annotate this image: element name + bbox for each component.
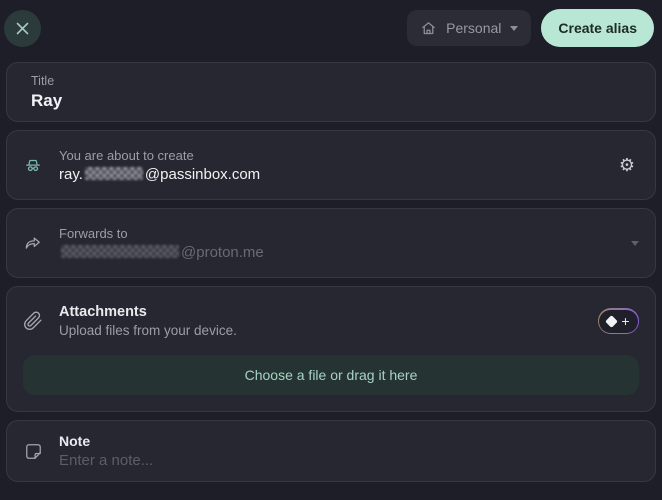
topbar: Personal Create alias [0, 0, 662, 56]
note-field: Note Enter a note... [59, 433, 153, 469]
chevron-down-icon [510, 26, 518, 31]
forwards-suffix: @proton.me [181, 244, 264, 261]
diamond-icon [605, 315, 618, 328]
redacted-alias-text [85, 167, 143, 180]
attachments-card: Attachments Upload files from your devic… [6, 286, 656, 412]
forwards-field: Forwards to @proton.me [59, 226, 264, 261]
gear-icon: ⚙︎ [619, 155, 635, 175]
topbar-actions: Personal Create alias [407, 9, 654, 47]
vault-label: Personal [446, 20, 501, 36]
paperclip-icon [23, 311, 43, 331]
note-input-placeholder: Enter a note... [59, 452, 153, 469]
title-input[interactable]: Ray [31, 91, 631, 111]
redacted-forward-text [61, 245, 179, 258]
home-icon [420, 20, 437, 37]
note-label: Note [59, 433, 153, 449]
note-icon [23, 442, 43, 461]
forwards-value: @proton.me [59, 244, 264, 261]
attachments-subtitle: Upload files from your device. [59, 323, 237, 338]
alias-form: Title Ray You are about to create ray. @p… [0, 56, 662, 482]
incognito-icon [23, 155, 43, 176]
forward-arrow-icon [23, 233, 43, 254]
attachments-text: Attachments Upload files from your devic… [59, 304, 237, 338]
title-field-card: Title Ray [6, 62, 656, 122]
pass-create-alias-modal: { "topbar": { "vault_label": "Personal",… [0, 0, 662, 500]
chevron-down-icon [631, 241, 639, 246]
close-button[interactable] [4, 10, 41, 47]
alias-preview-card: You are about to create ray. @passinbox.c… [6, 130, 656, 200]
plus-icon: + [621, 314, 629, 328]
attachments-header: Attachments Upload files from your devic… [23, 304, 639, 338]
attachments-title: Attachments [59, 304, 237, 320]
create-alias-button[interactable]: Create alias [541, 9, 654, 47]
note-field-card[interactable]: Note Enter a note... [6, 420, 656, 482]
close-icon [16, 22, 29, 35]
alias-settings-button[interactable]: ⚙︎ [615, 152, 639, 178]
forwards-label: Forwards to [59, 226, 264, 241]
choose-file-button[interactable]: Choose a file or drag it here [23, 355, 639, 395]
title-label: Title [31, 74, 631, 88]
alias-prefix: ray. [59, 166, 83, 183]
diamond-plus-icon: + [599, 310, 637, 333]
forwards-select-card[interactable]: Forwards to @proton.me [6, 208, 656, 278]
vault-selector[interactable]: Personal [407, 10, 531, 46]
alias-preview-field: You are about to create ray. @passinbox.c… [59, 148, 260, 183]
alias-label: You are about to create [59, 148, 260, 163]
alias-suffix: @passinbox.com [145, 166, 260, 183]
alias-value: ray. @passinbox.com [59, 166, 260, 183]
upgrade-plus-button[interactable]: + [598, 308, 639, 334]
